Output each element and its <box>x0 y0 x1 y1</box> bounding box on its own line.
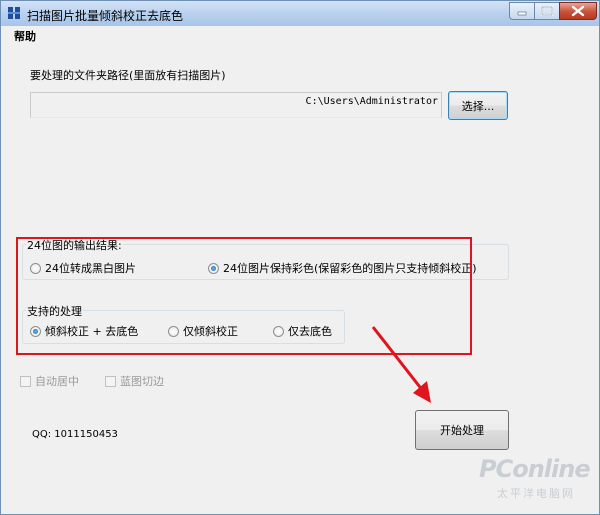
menu-bar: 帮助 <box>1 26 599 44</box>
folder-path-label: 要处理的文件夹路径(里面放有扫描图片) <box>30 69 226 82</box>
maximize-button[interactable] <box>534 2 560 20</box>
checkbox-auto-center[interactable]: 自动居中 <box>20 373 79 389</box>
radio-deskew-and-remove-bg-label: 倾斜校正 + 去底色 <box>45 325 139 338</box>
browse-button[interactable]: 选择... <box>448 91 508 120</box>
checkbox-auto-center-box[interactable] <box>20 375 31 387</box>
title-bar[interactable]: 扫描图片批量倾斜校正去底色 <box>1 1 599 26</box>
radio-remove-bg-only[interactable]: 仅去底色 <box>273 323 332 339</box>
annotation-arrow-icon <box>371 326 431 403</box>
minimize-button[interactable] <box>509 2 535 20</box>
radio-deskew-only[interactable]: 仅倾斜校正 <box>168 323 238 339</box>
folder-path-field[interactable]: C:\Users\Administrator <box>30 92 442 118</box>
checkbox-blueprint-trim[interactable]: 蓝图切边 <box>105 373 164 389</box>
app-window: 扫描图片批量倾斜校正去底色 帮助 要处理的文件夹路径(里面放有扫描图片) C:\… <box>0 0 600 515</box>
radio-deskew-and-remove-bg-indicator[interactable] <box>30 325 41 337</box>
checkbox-blueprint-trim-label: 蓝图切边 <box>120 375 164 388</box>
radio-keep-color-indicator[interactable] <box>208 262 219 274</box>
maximize-icon <box>541 6 553 16</box>
watermark-logo: PConline 太平洋电脑网 <box>479 455 593 503</box>
start-processing-button[interactable]: 开始处理 <box>415 410 509 450</box>
menu-help[interactable]: 帮助 <box>14 28 36 44</box>
output-group-title: 24位图的输出结果: <box>26 237 123 253</box>
close-icon <box>571 5 585 17</box>
radio-deskew-only-indicator[interactable] <box>168 325 179 337</box>
app-icon <box>8 7 20 19</box>
radio-keep-color[interactable]: 24位图片保持彩色(保留彩色的图片只支持倾斜校正) <box>208 260 477 276</box>
processing-group-title: 支持的处理 <box>26 303 83 319</box>
radio-deskew-only-label: 仅倾斜校正 <box>183 325 238 338</box>
radio-bw[interactable]: 24位转成黑白图片 <box>30 260 136 276</box>
qq-contact: QQ: 1011150453 <box>32 429 118 440</box>
minimize-icon <box>517 11 527 16</box>
close-button[interactable] <box>559 2 597 20</box>
radio-bw-label: 24位转成黑白图片 <box>45 262 136 275</box>
radio-remove-bg-only-label: 仅去底色 <box>288 325 332 338</box>
radio-bw-indicator[interactable] <box>30 262 41 274</box>
watermark-main-text: PConline <box>479 455 591 483</box>
checkbox-blueprint-trim-box[interactable] <box>105 375 116 387</box>
watermark-sub-text: 太平洋电脑网 <box>497 487 575 500</box>
window-title: 扫描图片批量倾斜校正去底色 <box>27 9 184 23</box>
radio-keep-color-label: 24位图片保持彩色(保留彩色的图片只支持倾斜校正) <box>223 262 477 275</box>
radio-deskew-and-remove-bg[interactable]: 倾斜校正 + 去底色 <box>30 323 138 339</box>
checkbox-auto-center-label: 自动居中 <box>35 375 79 388</box>
radio-remove-bg-only-indicator[interactable] <box>273 325 284 337</box>
